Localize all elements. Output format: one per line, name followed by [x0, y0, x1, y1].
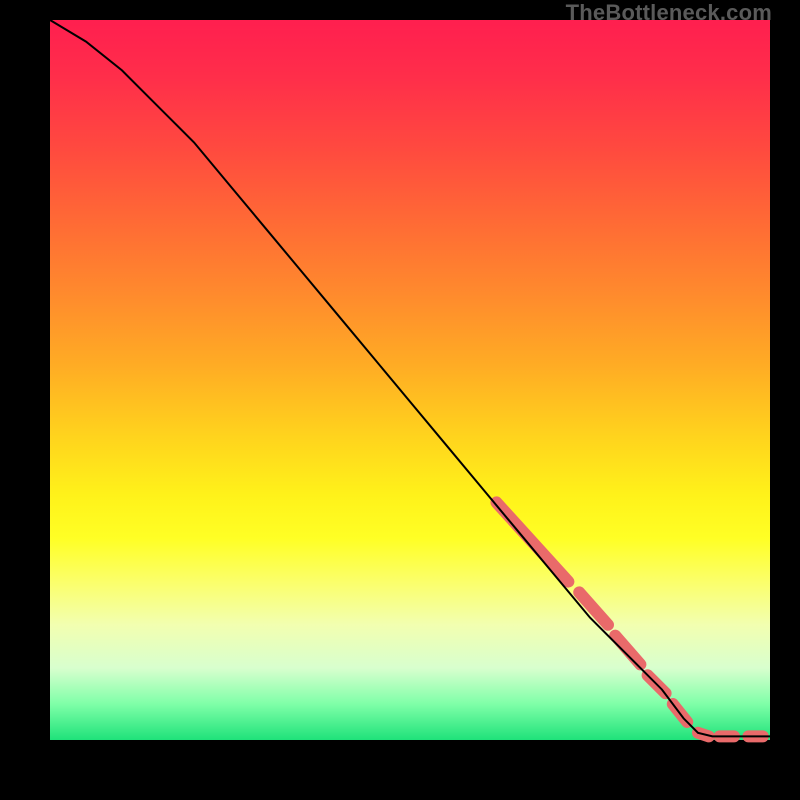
brand-watermark: TheBottleneck.com — [566, 0, 772, 26]
highlight-dash-layer — [496, 502, 762, 736]
highlight-dash — [615, 636, 640, 665]
plot-area — [50, 20, 770, 740]
chart-svg — [50, 20, 770, 740]
chart-stage: TheBottleneck.com — [0, 0, 800, 800]
main-curve — [50, 20, 770, 736]
highlight-dash — [496, 502, 568, 581]
